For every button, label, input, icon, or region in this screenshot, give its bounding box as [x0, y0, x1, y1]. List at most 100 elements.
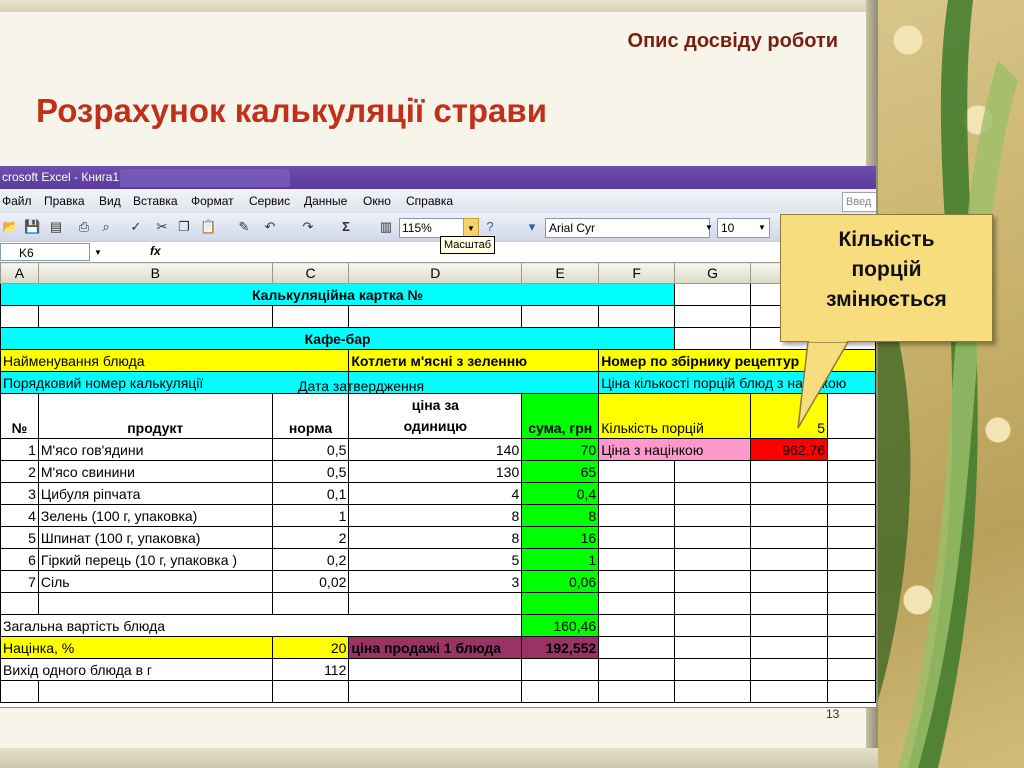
cell[interactable] — [598, 658, 676, 681]
item-product-cell[interactable]: Зелень (100 г, упаковка) — [37, 504, 273, 527]
cell[interactable] — [521, 592, 600, 615]
menu-insert[interactable]: Вставка — [133, 189, 178, 213]
item-product-cell[interactable]: М'ясо свинини — [37, 460, 273, 483]
header-product-cell[interactable]: продукт — [37, 393, 273, 439]
cell[interactable] — [750, 526, 829, 549]
cell[interactable] — [598, 526, 676, 549]
item-no-cell[interactable]: 5 — [0, 526, 39, 549]
cell[interactable] — [271, 592, 350, 615]
cell[interactable] — [0, 592, 39, 615]
header-sum-cell[interactable]: сума, грн — [521, 393, 600, 439]
header-norm-cell[interactable]: норма — [271, 393, 350, 439]
cell[interactable] — [750, 680, 829, 703]
item-price-cell[interactable]: 8 — [348, 526, 523, 549]
item-norm-cell[interactable]: 1 — [271, 504, 350, 527]
undo-icon[interactable]: ↶ — [262, 219, 278, 235]
sale-price-value-cell[interactable]: 192,552 — [521, 636, 600, 659]
menu-help[interactable]: Справка — [406, 189, 453, 213]
cell[interactable] — [674, 680, 752, 703]
menu-view[interactable]: Вид — [99, 189, 121, 213]
cell[interactable] — [598, 548, 676, 571]
yield-value-cell[interactable]: 112 — [271, 658, 350, 681]
menu-format[interactable]: Формат — [191, 189, 234, 213]
item-price-cell[interactable]: 4 — [348, 482, 523, 505]
cell[interactable] — [674, 526, 752, 549]
item-norm-cell[interactable]: 0,5 — [271, 460, 350, 483]
chart-wizard-icon[interactable]: ▥ — [378, 219, 394, 235]
item-sum-cell[interactable]: 0,4 — [521, 482, 600, 505]
item-sum-cell[interactable]: 0,06 — [521, 570, 600, 593]
cell[interactable] — [827, 680, 876, 703]
cell[interactable] — [598, 680, 676, 703]
cell[interactable] — [827, 570, 876, 593]
item-sum-cell[interactable]: 1 — [521, 548, 600, 571]
menu-edit[interactable]: Правка — [44, 189, 85, 213]
col-header-a[interactable]: A — [0, 262, 39, 284]
sale-price-label-cell[interactable]: ціна продажі 1 блюда — [348, 636, 523, 659]
header-no-cell[interactable]: № — [0, 393, 39, 439]
second-window-tab[interactable] — [120, 169, 290, 187]
cell[interactable] — [674, 283, 752, 306]
col-header-b[interactable]: B — [37, 262, 273, 284]
yield-label-cell[interactable]: Вихід одного блюда в г — [0, 658, 273, 681]
item-norm-cell[interactable]: 0,02 — [271, 570, 350, 593]
item-no-cell[interactable]: 6 — [0, 548, 39, 571]
help-icon[interactable]: ? — [482, 219, 498, 235]
item-product-cell[interactable]: Цибуля ріпчата — [37, 482, 273, 505]
menu-window[interactable]: Окно — [363, 189, 391, 213]
dish-label-cell[interactable]: Найменування блюда — [0, 349, 350, 372]
open-icon[interactable]: 📂 — [2, 219, 18, 235]
item-price-cell[interactable]: 130 — [348, 460, 523, 483]
col-header-d[interactable]: D — [348, 262, 523, 284]
cell[interactable] — [750, 460, 829, 483]
toolbar-options-icon[interactable]: ▾ — [524, 219, 540, 235]
dish-name-cell[interactable]: Котлети м'ясні з зеленню — [348, 349, 600, 372]
item-sum-cell[interactable]: 8 — [521, 504, 600, 527]
item-price-cell[interactable]: 3 — [348, 570, 523, 593]
item-no-cell[interactable]: 7 — [0, 570, 39, 593]
name-box-dropdown-icon[interactable]: ▼ — [91, 245, 105, 261]
cell[interactable] — [750, 636, 829, 659]
markup-label-cell[interactable]: Націнка, % — [0, 636, 273, 659]
cell[interactable] — [0, 305, 39, 328]
paste-icon[interactable]: 📋 — [200, 219, 216, 235]
cell[interactable] — [674, 636, 752, 659]
col-header-e[interactable]: E — [521, 262, 600, 284]
cell[interactable] — [827, 460, 876, 483]
total-label-cell[interactable]: Загальна вартість блюда — [0, 614, 523, 637]
calc-number-label-cell[interactable]: Порядковий номер калькуляції — [0, 371, 350, 394]
item-norm-cell[interactable]: 0,1 — [271, 482, 350, 505]
cell[interactable] — [827, 504, 876, 527]
menu-file[interactable]: Файл — [2, 189, 32, 213]
item-norm-cell[interactable]: 2 — [271, 526, 350, 549]
total-value-cell[interactable]: 160,46 — [521, 614, 600, 637]
print-preview-icon[interactable]: ⌕ — [98, 219, 114, 235]
cell[interactable] — [750, 570, 829, 593]
markup-price-value-cell[interactable]: 962,76 — [750, 438, 829, 461]
cell[interactable] — [37, 305, 273, 328]
col-header-g[interactable]: G — [674, 262, 752, 284]
menu-service[interactable]: Сервис — [249, 189, 290, 213]
cell[interactable] — [37, 680, 273, 703]
cell[interactable] — [827, 658, 876, 681]
col-header-f[interactable]: F — [598, 262, 676, 284]
cell[interactable] — [827, 614, 876, 637]
cut-icon[interactable]: ✂ — [154, 219, 170, 235]
cell[interactable] — [598, 305, 676, 328]
cell[interactable] — [598, 482, 676, 505]
cell[interactable] — [598, 592, 676, 615]
cell[interactable] — [674, 592, 752, 615]
markup-value-cell[interactable]: 20 — [271, 636, 350, 659]
cell[interactable] — [674, 460, 752, 483]
cell[interactable] — [348, 592, 523, 615]
fx-icon[interactable]: fx — [150, 244, 161, 258]
cell[interactable] — [598, 636, 676, 659]
cell[interactable] — [674, 305, 752, 328]
item-sum-cell[interactable]: 70 — [521, 438, 600, 461]
cell[interactable] — [598, 570, 676, 593]
item-norm-cell[interactable]: 0,5 — [271, 438, 350, 461]
cell[interactable] — [750, 482, 829, 505]
cell[interactable] — [674, 482, 752, 505]
item-product-cell[interactable]: Шпинат (100 г, упаковка) — [37, 526, 273, 549]
cell[interactable] — [348, 305, 523, 328]
